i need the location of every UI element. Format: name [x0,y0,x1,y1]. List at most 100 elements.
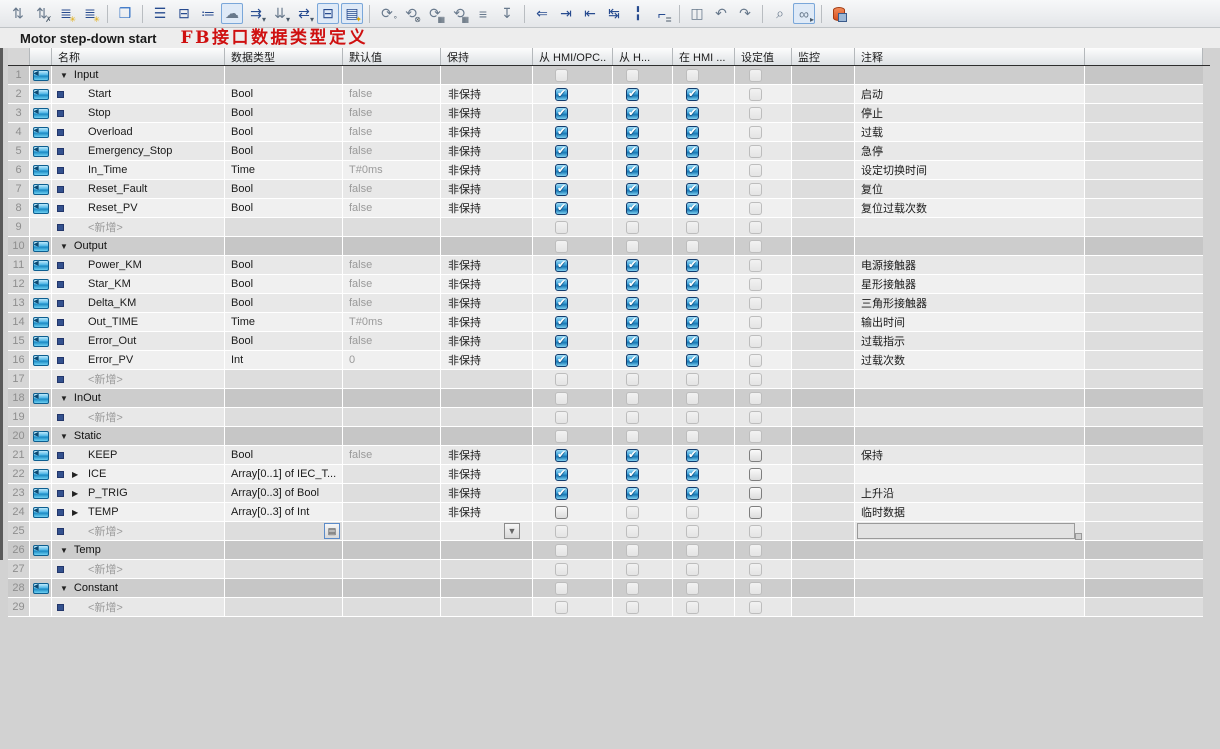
retain-cell[interactable] [441,237,533,256]
row-number[interactable]: 9 [8,218,30,237]
default-value-cell[interactable] [343,598,441,617]
expanded-mode-icon[interactable]: ⊟ [317,3,339,24]
name-cell[interactable]: ▶ ICE [52,465,225,484]
column-header[interactable] [1085,48,1203,65]
datatype-cell[interactable]: Bool [225,294,343,313]
supervision-cell[interactable] [792,313,855,332]
retain-cell[interactable] [441,389,533,408]
default-value-cell[interactable]: false [343,85,441,104]
checkbox-hmi-opc-checked[interactable] [555,258,568,272]
start-values-db-icon[interactable] [828,3,850,24]
row-number[interactable]: 16 [8,351,30,370]
retain-cell[interactable]: 非保持 [441,256,533,275]
checkbox-from-hmi-checked[interactable] [626,258,639,272]
collapse-triangle-icon[interactable]: ▼ [60,394,68,403]
comment-cell[interactable] [855,389,1085,408]
snapshot-values-icon[interactable]: ⇊ ▾ [269,3,291,24]
datatype-cell[interactable] [225,408,343,427]
default-value-cell[interactable]: false [343,180,441,199]
insert-row-icon[interactable]: ≣ ✳ [55,3,77,24]
comment-cell[interactable]: 复位 [855,180,1085,199]
datatype-cell[interactable]: Time [225,313,343,332]
comment-cell[interactable] [855,465,1085,484]
retain-cell[interactable]: 非保持 [441,503,533,522]
datatype-browse-button[interactable]: ▤ [324,523,340,539]
checkbox-hmi-opc-checked[interactable] [555,106,568,120]
default-value-cell[interactable]: T#0ms [343,161,441,180]
checkbox-from-hmi-checked[interactable] [626,486,639,500]
checkbox-from-hmi-checked[interactable] [626,87,639,101]
datatype-cell[interactable]: Bool [225,123,343,142]
save-values-icon[interactable]: ⟳ ▦ [424,3,446,24]
comment-cell[interactable] [855,427,1085,446]
comment-cell[interactable] [855,560,1085,579]
retain-cell[interactable] [441,370,533,389]
datatype-cell[interactable] [225,66,343,85]
comment-cell[interactable] [855,237,1085,256]
column-header[interactable]: 监控 [792,48,855,65]
expand-triangle-icon[interactable]: ▶ [72,470,78,479]
checkbox-from-hmi-checked[interactable] [626,296,639,310]
name-cell[interactable]: KEEP [52,446,225,465]
datatype-cell[interactable]: ▤ [225,522,343,541]
name-cell[interactable]: ▼ Input [52,66,225,85]
name-cell[interactable]: Start [52,85,225,104]
name-cell[interactable]: Overload [52,123,225,142]
supervision-cell[interactable] [792,85,855,104]
supervision-cell[interactable] [792,275,855,294]
default-value-cell[interactable] [343,484,441,503]
row-number[interactable]: 29 [8,598,30,617]
retain-cell[interactable] [441,427,533,446]
checkbox-in-hmi-checked[interactable] [686,467,699,481]
column-header[interactable] [8,48,30,65]
collapse-triangle-icon[interactable]: ▼ [60,546,68,555]
datatype-cell[interactable]: Bool [225,85,343,104]
column-header[interactable]: 从 H... [613,48,673,65]
name-cell[interactable]: ▼ Output [52,237,225,256]
compare-values-icon[interactable]: ⇅ [7,3,29,24]
checkbox-in-hmi-checked[interactable] [686,87,699,101]
supervision-cell[interactable] [792,199,855,218]
name-cell[interactable]: <新增> [52,408,225,427]
row-number[interactable]: 14 [8,313,30,332]
renumber-icon[interactable]: ⌐ ≣ [651,3,673,24]
datatype-cell[interactable] [225,579,343,598]
supervision-cell[interactable] [792,142,855,161]
checkbox-hmi-opc-checked[interactable] [555,125,568,139]
datatype-cell[interactable] [225,389,343,408]
supervision-cell[interactable] [792,294,855,313]
supervision-cell[interactable] [792,370,855,389]
default-value-cell[interactable] [343,465,441,484]
comment-cell[interactable]: 保持 [855,446,1085,465]
default-value-cell[interactable] [343,218,441,237]
supervision-cell[interactable] [792,218,855,237]
row-number[interactable]: 2 [8,85,30,104]
find-replace-icon[interactable]: ⌕ [769,3,791,24]
collapse-triangle-icon[interactable]: ▼ [60,584,68,593]
supervision-cell[interactable] [792,161,855,180]
comment-cell[interactable] [855,541,1085,560]
checkbox-hmi-opc-checked[interactable] [555,182,568,196]
checkbox-setpoint[interactable] [749,486,762,500]
retain-cell[interactable]: ▼ [441,522,533,541]
default-value-cell[interactable] [343,522,441,541]
column-header[interactable]: 设定值 [735,48,792,65]
expand-triangle-icon[interactable]: ▶ [72,489,78,498]
default-value-cell[interactable]: false [343,123,441,142]
comment-cell[interactable] [855,598,1085,617]
checkbox-in-hmi-checked[interactable] [686,144,699,158]
checkbox-from-hmi-checked[interactable] [626,163,639,177]
refresh-icon[interactable]: ⟳ ° [376,3,398,24]
add-row-icon[interactable]: ≣ ✳ [79,3,101,24]
goto-definition-icon[interactable]: ⇐ [531,3,553,24]
collapse-triangle-icon[interactable]: ▼ [60,242,68,251]
row-number[interactable]: 23 [8,484,30,503]
checkbox-from-hmi-checked[interactable] [626,182,639,196]
row-number[interactable]: 24 [8,503,30,522]
row-number[interactable]: 1 [8,66,30,85]
datatype-cell[interactable] [225,541,343,560]
supervision-cell[interactable] [792,560,855,579]
name-cell[interactable]: <新增> [52,598,225,617]
checkbox-in-hmi-checked[interactable] [686,182,699,196]
supervision-cell[interactable] [792,427,855,446]
